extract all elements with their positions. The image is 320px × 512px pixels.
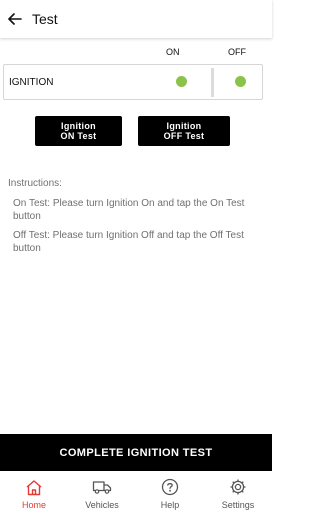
gear-icon (228, 478, 248, 496)
ignition-on-test-button[interactable]: Ignition ON Test (35, 116, 122, 146)
nav-label-settings: Settings (221, 500, 255, 510)
ignition-on-status-dot (176, 76, 187, 87)
complete-ignition-test-button[interactable]: COMPLETE IGNITION TEST (0, 434, 272, 471)
instruction-on-test: On Test: Please turn Ignition On and tap… (13, 198, 245, 222)
nav-label-help: Help (160, 500, 180, 510)
ignition-on-test-line1: Ignition (61, 121, 96, 131)
page-title: Test (32, 11, 58, 27)
nav-item-home[interactable]: Home (0, 471, 68, 512)
ignition-off-test-button[interactable]: Ignition OFF Test (138, 116, 230, 146)
instruction-off-test: Off Test: Please turn Ignition Off and t… (13, 230, 244, 254)
bottom-nav: Home Vehicles Help Settings (0, 471, 272, 512)
back-button[interactable] (4, 8, 26, 30)
ignition-off-status-dot (235, 76, 246, 87)
column-divider (211, 68, 214, 97)
arrow-left-icon (8, 13, 22, 25)
nav-item-vehicles[interactable]: Vehicles (68, 471, 136, 512)
nav-item-help[interactable]: Help (136, 471, 204, 512)
ignition-off-test-line2: OFF Test (163, 131, 205, 141)
column-header-off: OFF (228, 47, 246, 57)
nav-item-settings[interactable]: Settings (204, 471, 272, 512)
nav-label-home: Home (21, 500, 46, 510)
ignition-label: IGNITION (9, 77, 54, 88)
help-icon (160, 478, 180, 496)
ignition-status-row: IGNITION (3, 64, 263, 100)
home-icon (24, 478, 44, 496)
ignition-on-test-line2: ON Test (60, 131, 97, 141)
app-header: Test (0, 0, 272, 38)
truck-icon (92, 478, 112, 496)
column-header-on: ON (166, 47, 180, 57)
instructions-heading: Instructions: (8, 178, 62, 189)
nav-label-vehicles: Vehicles (85, 500, 119, 510)
ignition-off-test-line1: Ignition (166, 121, 202, 131)
